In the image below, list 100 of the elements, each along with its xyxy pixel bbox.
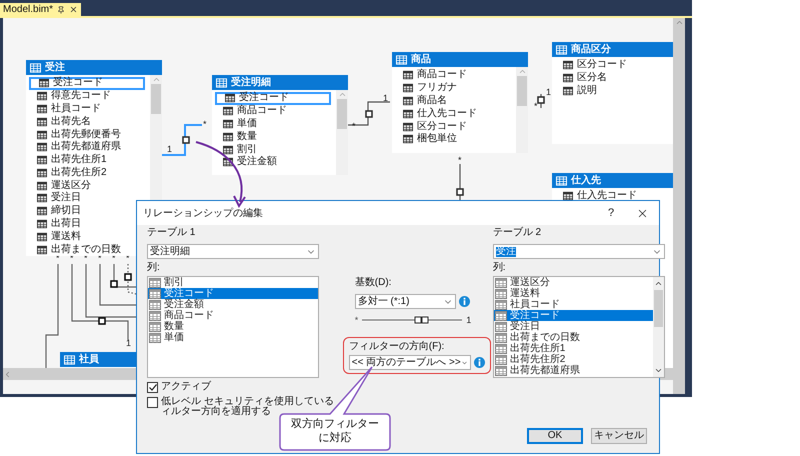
table-icon	[223, 132, 233, 142]
field-label: テーブル 1	[147, 227, 196, 239]
list-item[interactable]: 受注コード	[494, 310, 653, 321]
help-button[interactable]: ?	[597, 201, 625, 225]
list-item[interactable]: 社員コード	[494, 299, 653, 310]
table-icon	[223, 106, 233, 116]
dialog-button[interactable]: キャンセル	[591, 428, 647, 444]
dropdown[interactable]: << 両方のテーブルへ >>	[348, 355, 471, 370]
column-item[interactable]: 出荷先住所2	[29, 166, 109, 180]
column-item[interactable]: 区分コード	[555, 59, 629, 72]
checkbox[interactable]	[147, 382, 158, 393]
dialog-button[interactable]: OK	[527, 428, 583, 444]
column-item[interactable]: 商品コード	[395, 69, 469, 82]
list-item[interactable]: 出荷先住所1	[494, 343, 653, 354]
table-icon	[37, 104, 47, 114]
column-item[interactable]: 出荷先住所1	[29, 154, 109, 166]
column-item[interactable]: 区分名	[555, 72, 609, 85]
column-item[interactable]: 運送料	[29, 230, 83, 244]
table-icon	[556, 44, 567, 54]
table-header[interactable]: 受注	[26, 60, 162, 75]
column-item[interactable]: 得意先コード	[29, 90, 113, 103]
column-item[interactable]: 単価	[215, 118, 259, 130]
info-icon[interactable]	[474, 357, 485, 368]
column-item[interactable]: 受注コード	[29, 77, 145, 90]
field-label: 列:	[492, 262, 507, 274]
table-icon	[403, 70, 413, 80]
pin-icon[interactable]	[57, 6, 66, 14]
list-item[interactable]: 受注コード	[148, 288, 318, 299]
relationship-line[interactable]	[537, 94, 545, 108]
list-item[interactable]: 出荷までの日数	[494, 332, 653, 343]
column-item[interactable]: 数量	[215, 130, 259, 144]
column-item[interactable]: 出荷先郵便番号	[29, 128, 123, 141]
checkbox[interactable]	[147, 397, 158, 408]
dropdown[interactable]: 受注明細	[147, 244, 319, 259]
column-item[interactable]: 受注日	[29, 192, 83, 205]
table-icon	[37, 91, 47, 102]
vertical-scrollbar[interactable]	[673, 18, 685, 394]
close-icon[interactable]	[69, 5, 78, 14]
cardinality-label: 1	[383, 94, 388, 103]
table-header[interactable]: 仕入先	[552, 173, 673, 188]
column-item[interactable]: 出荷先名	[29, 115, 93, 128]
cardinality-label: *	[458, 156, 462, 165]
column-item[interactable]: 運送区分	[29, 179, 93, 192]
list-item[interactable]: 出荷先都道府県	[494, 365, 653, 376]
list-item[interactable]: 割引	[148, 277, 318, 288]
column-item[interactable]: 仕入先コード	[395, 107, 479, 120]
column-item[interactable]: 割引	[215, 143, 259, 156]
cardinality-label: 1	[466, 316, 472, 324]
list-item[interactable]: 受注日	[494, 321, 653, 332]
column-item[interactable]: 締切日	[29, 204, 83, 218]
cardinality-label: *	[534, 102, 538, 111]
column-item[interactable]: 区分コード	[395, 120, 469, 133]
list-item[interactable]: 運送料	[494, 288, 653, 299]
column-item[interactable]: 受注金額	[215, 156, 279, 169]
cardinality-label: *	[203, 120, 207, 129]
list-item[interactable]: 商品コード	[148, 310, 318, 321]
table-icon	[403, 122, 413, 132]
column-item[interactable]: 出荷先都道府県	[29, 140, 123, 154]
table-icon	[403, 134, 413, 144]
dropdown[interactable]: 多対一 (*:1)	[354, 294, 456, 309]
column-item[interactable]: 出荷までの日数	[29, 243, 123, 256]
relationship-line[interactable]	[348, 101, 390, 126]
info-icon[interactable]	[458, 296, 470, 307]
column-item[interactable]: 出荷日	[29, 218, 83, 230]
column-item[interactable]: 受注コード	[215, 92, 331, 105]
relationship-line[interactable]	[162, 124, 202, 156]
list-item[interactable]: 数量	[148, 321, 318, 332]
scrollbar[interactable]	[336, 90, 348, 175]
table-header[interactable]: 商品	[392, 52, 528, 67]
scroll-down-icon[interactable]	[654, 366, 663, 375]
scroll-left-icon[interactable]	[3, 370, 12, 378]
scrollbar-thumb[interactable]	[517, 76, 527, 106]
scrollbar-thumb[interactable]	[337, 99, 347, 129]
table-header[interactable]: 受注明細	[212, 75, 348, 90]
scroll-up-icon[interactable]	[654, 279, 663, 288]
column-item[interactable]: 商品コード	[215, 104, 289, 118]
column-item[interactable]: フリガナ	[395, 82, 459, 95]
scrollbar[interactable]	[652, 277, 664, 377]
column-item[interactable]: 説明	[555, 84, 599, 98]
cardinality-label: *	[354, 316, 358, 324]
list-item[interactable]: 出荷先住所2	[494, 354, 653, 365]
table-icon	[37, 142, 47, 152]
table-icon	[30, 62, 41, 72]
table-icon	[37, 155, 47, 166]
list-item[interactable]: 単価	[148, 332, 318, 343]
column-item[interactable]: 梱包単位	[395, 132, 459, 146]
scrollbar-thumb[interactable]	[151, 84, 161, 114]
scrollbar[interactable]	[516, 67, 528, 153]
document-tab[interactable]: Model.bim*	[0, 3, 82, 16]
list-item[interactable]: 運送区分	[494, 277, 653, 288]
list-item[interactable]: 受注金額	[148, 299, 318, 310]
column-item[interactable]: 社員コード	[29, 102, 103, 116]
table-icon	[37, 219, 47, 229]
table-header[interactable]: 商品区分	[552, 42, 673, 57]
table-icon	[37, 168, 47, 178]
table-icon	[37, 244, 47, 255]
column-item[interactable]: 商品名	[395, 94, 449, 108]
checkbox-label: 低レベル セキュリティを使用している	[161, 397, 334, 407]
table-icon	[37, 116, 47, 127]
scrollbar-thumb[interactable]	[654, 290, 663, 327]
